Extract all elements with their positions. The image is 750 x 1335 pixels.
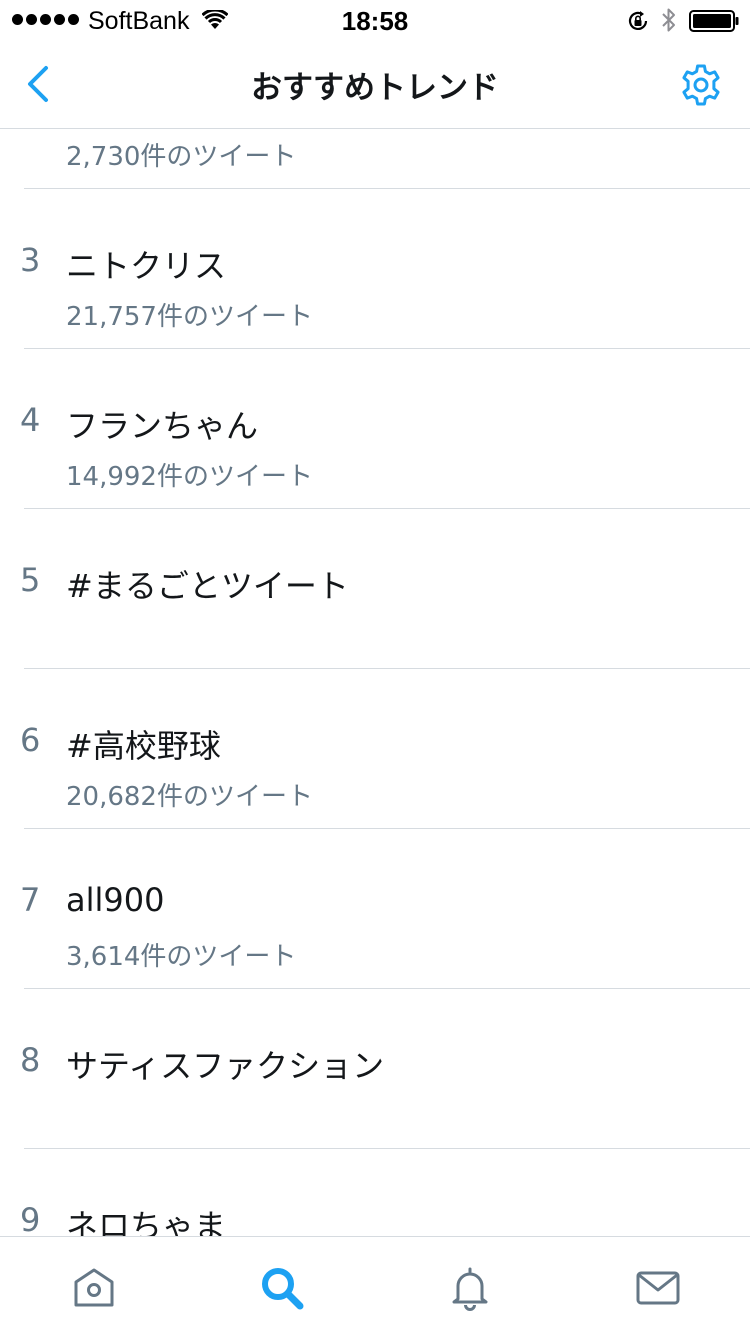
envelope-icon — [636, 1271, 680, 1305]
rotation-lock-icon — [628, 11, 648, 30]
trend-rank: 3 — [20, 241, 41, 279]
home-icon — [74, 1268, 114, 1307]
page-title: おすすめトレンド — [251, 70, 499, 106]
trend-item[interactable]: 7 all900 3,614件のツイート — [0, 829, 750, 989]
navigation-bar: おすすめトレンド — [0, 40, 750, 129]
tab-notifications[interactable] — [447, 1265, 493, 1311]
trend-name: #まるごとツイート — [66, 567, 349, 605]
trend-item[interactable]: 3 ニトクリス 21,757件のツイート — [0, 189, 750, 349]
gear-icon — [682, 64, 720, 106]
trend-tweet-count: 3,614件のツイート — [66, 942, 297, 972]
trend-tweet-count: 2,730件のツイート — [66, 142, 297, 172]
tab-search[interactable] — [259, 1265, 305, 1311]
settings-button[interactable] — [679, 63, 723, 107]
trend-rank: 8 — [20, 1041, 41, 1079]
trend-item[interactable]: 6 #高校野球 20,682件のツイート — [0, 669, 750, 829]
trend-tweet-count: 21,757件のツイート — [66, 302, 313, 332]
trend-list: 2 2,730件のツイート 3 ニトクリス 21,757件のツイート 4 フラン… — [0, 29, 750, 1309]
trend-item[interactable]: 5 #まるごとツイート — [0, 509, 750, 669]
battery-icon — [689, 10, 739, 32]
search-icon — [262, 1268, 304, 1310]
trend-item[interactable]: 4 フランちゃん 14,992件のツイート — [0, 349, 750, 509]
trend-rank: 9 — [20, 1201, 41, 1239]
trend-rank: 4 — [20, 401, 41, 439]
tab-home[interactable] — [71, 1265, 117, 1311]
trend-name: サティスファクション — [66, 1047, 385, 1085]
trend-rank: 7 — [20, 881, 41, 919]
trend-tweet-count: 14,992件のツイート — [66, 462, 313, 492]
trend-item[interactable]: 8 サティスファクション — [0, 989, 750, 1149]
trend-rank: 6 — [20, 721, 41, 759]
tab-messages[interactable] — [635, 1265, 681, 1311]
trend-rank: 5 — [20, 561, 41, 599]
trend-tweet-count: 20,682件のツイート — [66, 782, 313, 812]
bell-icon — [452, 1267, 488, 1311]
status-bar: SoftBank 18:58 — [0, 0, 750, 40]
tab-bar — [0, 1236, 750, 1335]
trend-name: #高校野球 — [66, 727, 221, 765]
trend-name: フランちゃん — [66, 407, 259, 445]
trend-name: ニトクリス — [66, 247, 227, 285]
bluetooth-icon — [662, 8, 675, 32]
trend-name: all900 — [66, 881, 165, 919]
